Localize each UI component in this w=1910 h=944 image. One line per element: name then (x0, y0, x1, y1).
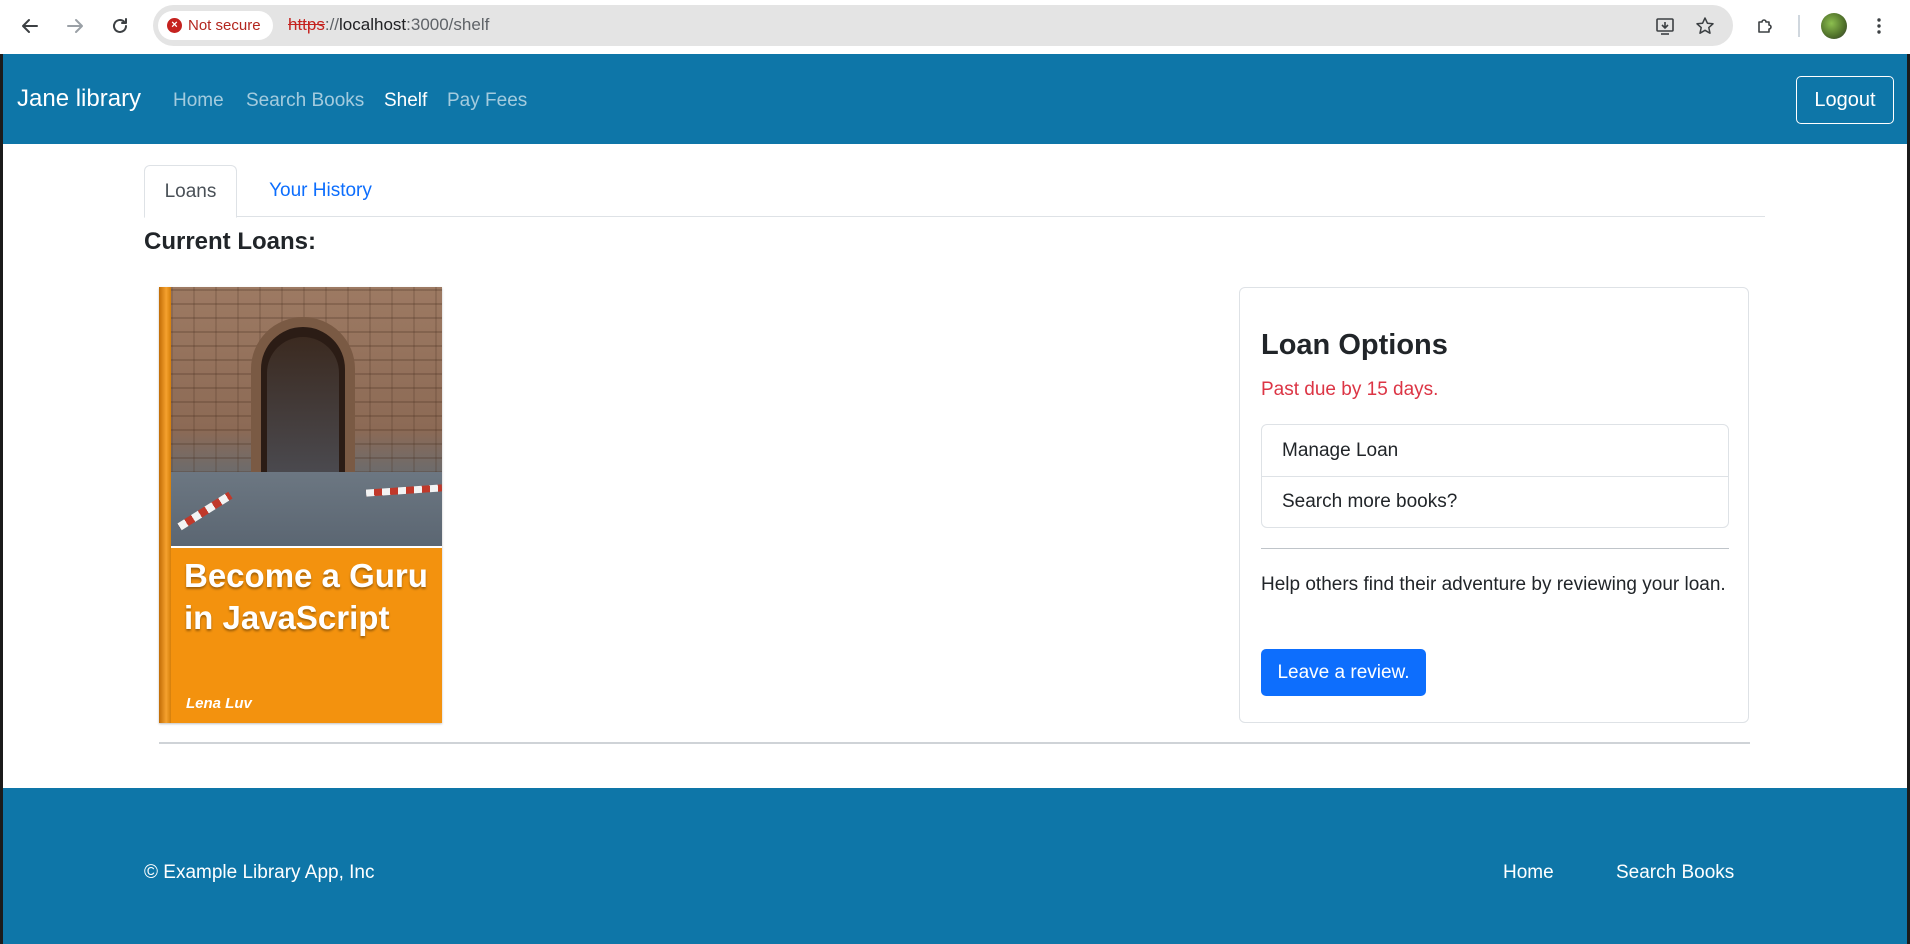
install-icon[interactable] (1654, 15, 1676, 37)
manage-loan-button[interactable]: Manage Loan (1262, 425, 1728, 476)
footer-home-link[interactable]: Home (1503, 862, 1554, 884)
footer-search-books-link[interactable]: Search Books (1616, 862, 1734, 884)
error-icon: × (167, 18, 182, 33)
cover-photo (171, 287, 442, 546)
review-prompt-text: Help others find their adventure by revi… (1261, 574, 1726, 595)
nav-home[interactable]: Home (173, 90, 224, 112)
url-text[interactable]: https://localhost:3000/shelf (288, 15, 489, 35)
leave-review-button[interactable]: Leave a review. (1261, 649, 1426, 696)
app-footer: © Example Library App, Inc Home Search B… (3, 788, 1907, 944)
app-navbar: Jane library Home Search Books Shelf Pay… (3, 54, 1907, 144)
past-due-status: Past due by 15 days. (1261, 379, 1439, 400)
url-separator: :// (324, 15, 340, 34)
loan-options-card: Loan Options Past due by 15 days. Manage… (1239, 287, 1749, 723)
content-divider (159, 742, 1750, 744)
book-title: Become a Guru in JavaScript (184, 557, 428, 636)
profile-avatar[interactable] (1821, 13, 1847, 39)
back-icon[interactable] (16, 12, 44, 40)
cover-frame-line (171, 546, 442, 548)
url-path: :3000/shelf (406, 15, 490, 34)
nav-search-books[interactable]: Search Books (246, 90, 364, 112)
security-label: Not secure (188, 17, 261, 34)
nav-shelf[interactable]: Shelf (384, 90, 427, 112)
brand-logo[interactable]: Jane library (17, 85, 141, 113)
footer-copyright: © Example Library App, Inc (144, 862, 375, 883)
cover-spine (159, 287, 171, 723)
loan-actions-list: Manage Loan Search more books? (1261, 424, 1729, 528)
url-host: localhost (339, 15, 407, 34)
toolbar-divider (1798, 15, 1800, 37)
extensions-icon[interactable] (1752, 13, 1778, 39)
logout-button[interactable]: Logout (1796, 76, 1894, 124)
loan-options-title: Loan Options (1261, 329, 1448, 361)
address-bar[interactable]: × Not secure https://localhost:3000/shel… (153, 5, 1733, 46)
security-chip[interactable]: × Not secure (158, 11, 273, 40)
book-cover[interactable]: Become a Guru in JavaScript Lena Luv (159, 287, 442, 723)
nav-pay-fees[interactable]: Pay Fees (447, 90, 527, 112)
tab-your-history[interactable]: Your History (258, 165, 383, 217)
browser-toolbar: × Not secure https://localhost:3000/shel… (0, 0, 1910, 54)
book-author: Lena Luv (186, 695, 252, 712)
menu-icon[interactable] (1866, 13, 1892, 39)
reload-icon[interactable] (106, 12, 134, 40)
url-protocol: https (288, 15, 325, 34)
tab-loans[interactable]: Loans (144, 165, 237, 218)
search-more-books-link[interactable]: Search more books? (1262, 476, 1728, 527)
forward-icon[interactable] (61, 12, 89, 40)
current-loans-heading: Current Loans: (144, 228, 317, 255)
shelf-tabs: Loans Your History (144, 165, 1765, 218)
star-icon[interactable] (1694, 15, 1716, 37)
card-divider (1261, 548, 1729, 549)
